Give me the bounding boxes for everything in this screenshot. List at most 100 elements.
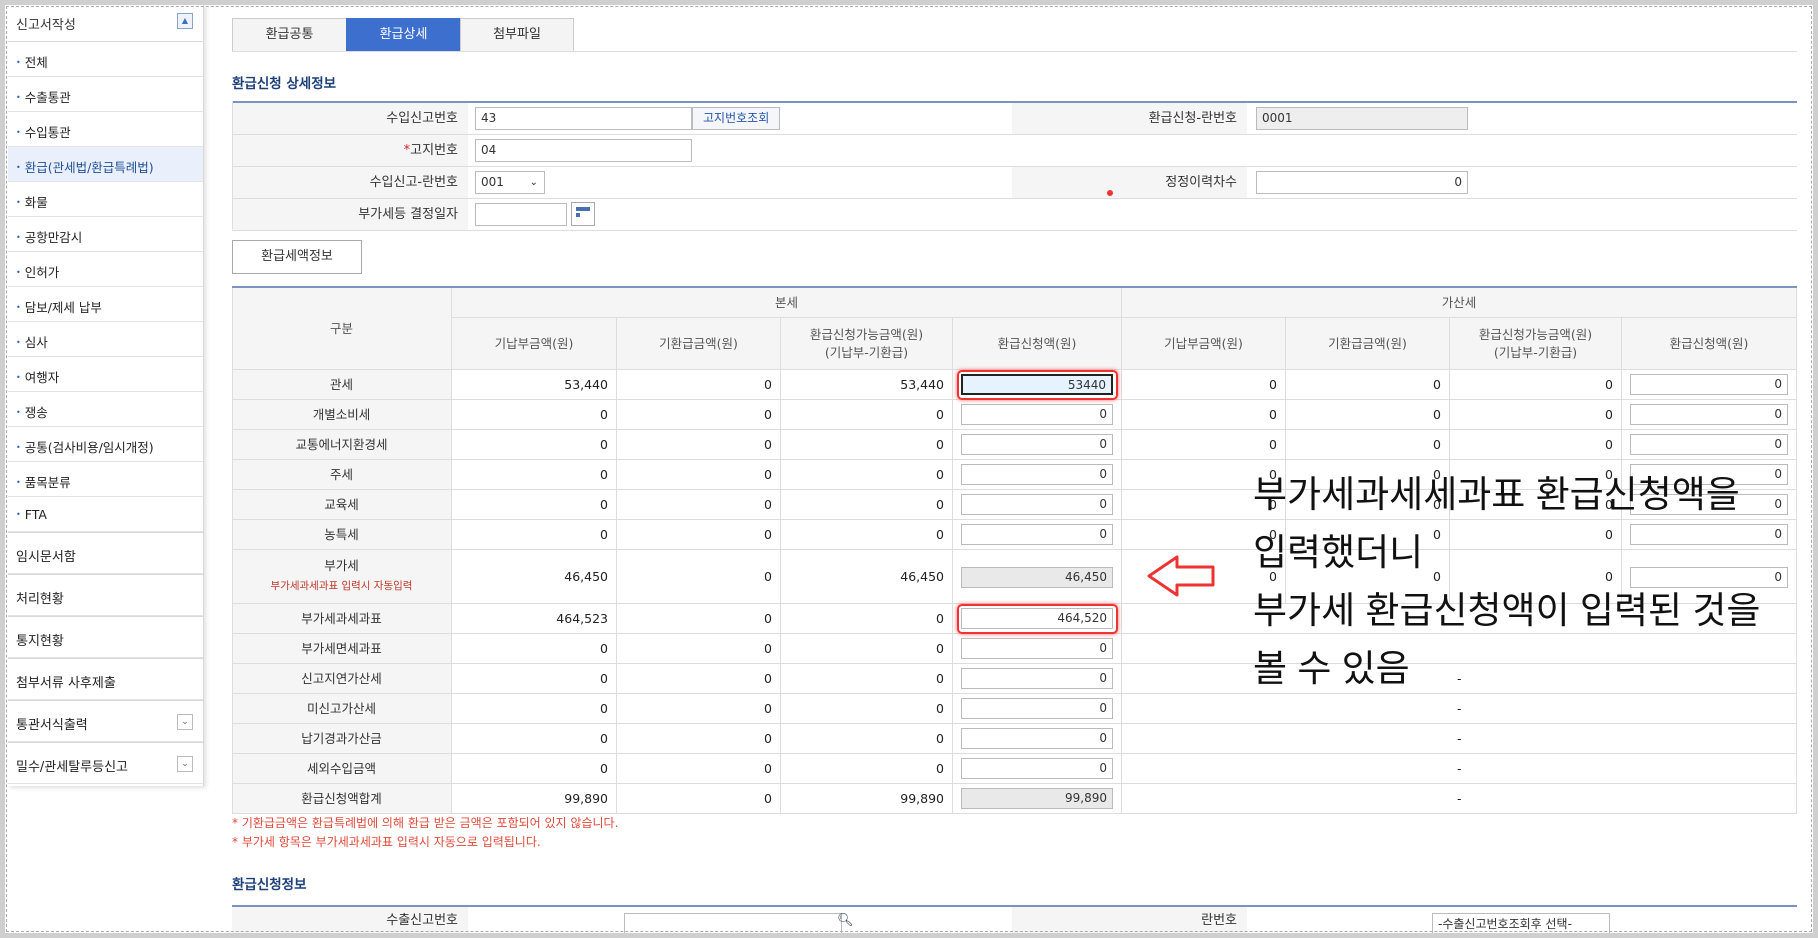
sidebar-group[interactable]: 첨부서류 사후제출 xyxy=(8,658,203,700)
collapse-up-icon[interactable]: ▲ xyxy=(177,13,193,29)
add-refund-request-input[interactable]: 0 xyxy=(1630,404,1788,425)
refund-line-label: 환급신청-란번호 xyxy=(1012,103,1247,134)
refund-request-input[interactable]: 0 xyxy=(961,524,1113,545)
sidebar-group[interactable]: 통관서식출력 ⌄ xyxy=(8,700,203,742)
value-text: 0 xyxy=(764,611,772,626)
add-a-ref: 0 xyxy=(1286,400,1450,430)
request-input-cell[interactable]: 99,890 xyxy=(953,784,1122,814)
chevron-down-icon[interactable]: ⌄ xyxy=(177,756,193,772)
value-avail: 53,440 xyxy=(781,370,953,400)
tab-refund-detail[interactable]: 환급상세 xyxy=(346,18,460,52)
sidebar-item[interactable]: • 여행자 xyxy=(8,357,203,392)
refund-request-input[interactable]: 0 xyxy=(961,728,1113,749)
sidebar-group[interactable]: 처리현황 xyxy=(8,574,203,616)
vat-date-input[interactable] xyxy=(475,203,567,226)
sidebar-item[interactable]: • 인허가 xyxy=(8,252,203,287)
value-text: 0 xyxy=(764,761,772,776)
request-input-cell[interactable]: 0 xyxy=(953,754,1122,784)
request-input-cell[interactable]: 0 xyxy=(953,460,1122,490)
sidebar-item[interactable]: • 심사 xyxy=(8,322,203,357)
refund-request-input[interactable]: 0 xyxy=(961,494,1113,515)
refund-request-input[interactable]: 0 xyxy=(961,638,1113,659)
value-text: 0 xyxy=(1433,377,1441,392)
add-refund-request-input[interactable]: 0 xyxy=(1630,434,1788,455)
value-avail: 0 xyxy=(781,430,953,460)
refund-request-input[interactable]: 0 xyxy=(961,404,1113,425)
notice-no-input[interactable]: 04 xyxy=(475,139,692,162)
sidebar-item[interactable]: • FTA xyxy=(8,497,203,532)
value-text: 0 xyxy=(764,527,772,542)
import-no-input[interactable]: 43 xyxy=(475,107,692,130)
import-line-select[interactable]: 001 ⌄ xyxy=(475,171,545,194)
add-refund-request-input[interactable]: 0 xyxy=(1630,374,1788,395)
export-no-input[interactable] xyxy=(624,913,842,936)
value-text: 0 xyxy=(764,641,772,656)
line-no-select[interactable]: -수출신고번호조회후 선택- xyxy=(1432,913,1610,936)
sidebar-item[interactable]: • 쟁송 xyxy=(8,392,203,427)
sidebar-group[interactable]: 통지현황 xyxy=(8,616,203,658)
add-a-ref: 0 xyxy=(1286,430,1450,460)
tab-refund-common[interactable]: 환급공통 xyxy=(232,18,346,52)
tab-attachments[interactable]: 첨부파일 xyxy=(460,18,574,52)
request-input-cell[interactable]: 0 xyxy=(953,664,1122,694)
revision-input[interactable]: 0 xyxy=(1256,171,1468,194)
refund-request-input[interactable]: 0 xyxy=(961,698,1113,719)
request-input-cell[interactable]: 0 xyxy=(953,520,1122,550)
header-col-available: 환급신청가능금액(원) (기납부-기환급) xyxy=(781,318,953,370)
request-input-cell[interactable]: 46,450 xyxy=(953,550,1122,604)
chevron-down-icon[interactable]: ⌄ xyxy=(177,714,193,730)
row-label: 교통에너지환경세 xyxy=(232,430,452,460)
row-label: 부가세과세과표 xyxy=(232,604,452,634)
request-input-cell[interactable]: 0 xyxy=(953,400,1122,430)
refund-request-input[interactable]: 0 xyxy=(961,464,1113,485)
sidebar-group-label: 처리현황 xyxy=(16,592,64,607)
refund-request-input[interactable]: 0 xyxy=(961,668,1113,689)
row-label: 신고지연가산세 xyxy=(232,664,452,694)
value-text: 99,890 xyxy=(564,791,608,806)
row-label-text: 환급신청액합계 xyxy=(301,791,382,806)
value-text: 0 xyxy=(600,671,608,686)
header-available-label: 환급신청가능금액(원) xyxy=(809,327,924,342)
sidebar-item[interactable]: • 화물 xyxy=(8,182,203,217)
add-a-paid: 0 xyxy=(1122,430,1286,460)
annotation-line-2: 입력했더니 xyxy=(1253,532,1424,573)
notice-lookup-button[interactable]: 고지번호조회 xyxy=(692,107,781,130)
row-label: 부가세면세과표 xyxy=(232,634,452,664)
sidebar-header[interactable]: 신고서작성 ▲ xyxy=(8,4,203,42)
calendar-icon[interactable] xyxy=(571,202,595,226)
request-input-cell[interactable]: 0 xyxy=(953,430,1122,460)
tax-info-button[interactable]: 환급세액정보 xyxy=(232,240,362,274)
value-text: 0 xyxy=(764,671,772,686)
sidebar-item[interactable]: • 공통(검사비용/임시개정) xyxy=(8,427,203,462)
sidebar-item[interactable]: • 수입통관 xyxy=(8,112,203,147)
sidebar-item-label: 심사 xyxy=(24,335,48,350)
request-input-cell[interactable]: 0 xyxy=(953,724,1122,754)
sidebar-group[interactable]: 임시문서함 xyxy=(8,532,203,574)
sidebar-item[interactable]: • 환급(관세법/환급특례법) xyxy=(8,147,203,182)
sidebar-item[interactable]: • 담보/제세 납부 xyxy=(8,287,203,322)
add-request-input-cell[interactable]: 0 xyxy=(1622,430,1797,460)
value-paid: 0 xyxy=(452,520,617,550)
value-refunded: 0 xyxy=(617,724,781,754)
request-input-cell[interactable]: 0 xyxy=(953,694,1122,724)
sidebar-item[interactable]: • 전체 xyxy=(8,42,203,77)
search-icon[interactable]: 🔍︎ xyxy=(837,913,854,928)
value-text: 0 xyxy=(600,731,608,746)
value-text: 0 xyxy=(600,641,608,656)
sidebar-item[interactable]: • 수출통관 xyxy=(8,77,203,112)
refund-request-input[interactable]: 0 xyxy=(961,434,1113,455)
value-text: 0 xyxy=(936,407,944,422)
add-request-input-cell[interactable]: 0 xyxy=(1622,370,1797,400)
request-input-cell[interactable]: 0 xyxy=(953,634,1122,664)
add-request-input-cell[interactable]: 0 xyxy=(1622,400,1797,430)
request-input-cell[interactable]: 0 xyxy=(953,490,1122,520)
value-refunded: 0 xyxy=(617,520,781,550)
sidebar-item[interactable]: • 품목분류 xyxy=(8,462,203,497)
value-text: 0 xyxy=(600,497,608,512)
add-a-ref: 0 xyxy=(1286,370,1450,400)
refund-request-input[interactable]: 0 xyxy=(961,758,1113,779)
sidebar-item[interactable]: • 공항만감시 xyxy=(8,217,203,252)
dash-text: - xyxy=(1457,791,1462,806)
sidebar-group[interactable]: 밀수/관세탈루등신고 ⌄ xyxy=(8,742,203,784)
line-no-label: 란번호 xyxy=(1012,907,1247,935)
